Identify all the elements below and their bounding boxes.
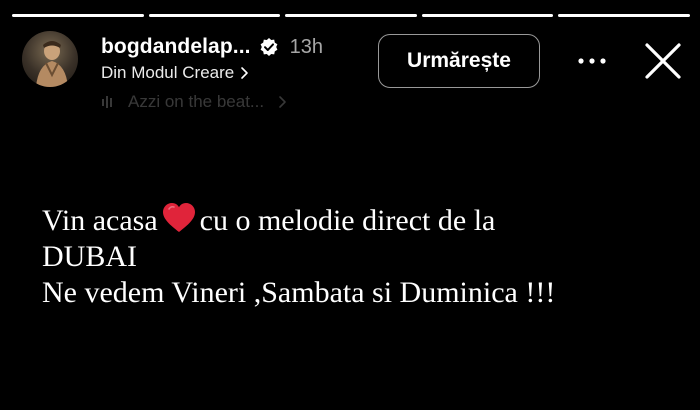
progress-segment — [558, 14, 690, 17]
chevron-right-icon — [279, 96, 286, 108]
progress-fill — [12, 14, 144, 17]
progress-fill — [421, 14, 554, 17]
progress-segment — [285, 14, 417, 17]
more-dots-icon — [578, 58, 606, 64]
story-line-1: Vin acasa cu o melodie direct de la — [42, 202, 682, 239]
creator-mode-link[interactable]: Din Modul Creare — [101, 63, 249, 83]
creator-mode-label: Din Modul Creare — [101, 63, 235, 82]
more-options-button[interactable] — [574, 48, 610, 74]
story-author-row: bogdandelap... 13h — [101, 34, 323, 60]
story-text: Vin acasa cu o melodie direct de la DUBAI… — [42, 202, 682, 311]
verified-badge-icon — [260, 38, 277, 56]
progress-segment — [148, 14, 281, 17]
post-time: 13h — [289, 35, 323, 58]
story-text-part: Vin acasa — [42, 204, 158, 237]
avatar[interactable] — [22, 31, 78, 87]
progress-segment — [421, 14, 554, 17]
story-line-3: Ne vedem Vineri ,Sambata si Duminica !!! — [42, 276, 556, 309]
follow-button[interactable]: Urmărește — [378, 34, 540, 88]
music-title: Azzi on the beat... — [128, 92, 265, 111]
story-text-part: cu o melodie direct de la — [199, 204, 496, 237]
music-attribution[interactable]: Azzi on the beat... — [101, 92, 287, 112]
chevron-right-icon — [241, 67, 249, 79]
progress-fill — [558, 14, 690, 17]
close-button[interactable] — [642, 40, 684, 82]
username[interactable]: bogdandelap... — [101, 35, 251, 59]
progress-fill — [285, 14, 417, 17]
red-heart-icon — [162, 203, 195, 232]
progress-segment — [12, 14, 144, 17]
close-icon — [645, 43, 681, 79]
story-line-2: DUBAI — [42, 240, 137, 273]
audio-bars-icon — [102, 96, 112, 108]
story-progress-bar — [12, 14, 690, 17]
avatar-image — [36, 41, 68, 87]
progress-fill — [148, 14, 281, 17]
